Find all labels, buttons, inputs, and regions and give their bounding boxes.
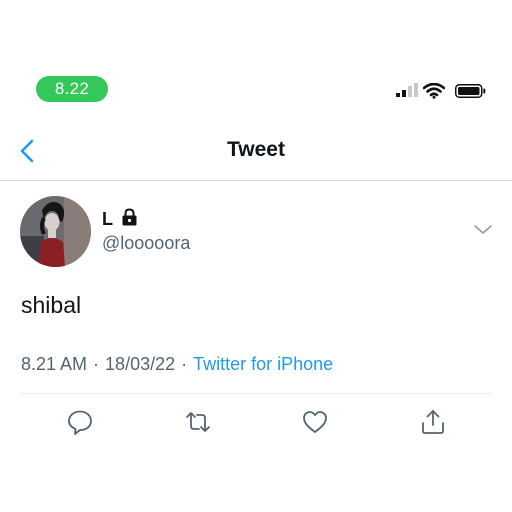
display-name-row[interactable]: L: [102, 207, 138, 231]
tweet-date: 18/03/22: [105, 354, 176, 374]
meta-separator: ·: [93, 354, 100, 374]
tweet-source-link[interactable]: Twitter for iPhone: [193, 354, 333, 374]
speech-bubble-icon: [68, 410, 92, 435]
chevron-down-icon: [474, 225, 492, 234]
retweet-button[interactable]: [184, 408, 212, 436]
tweet-detail-screen: 8.22 Tweet L @looooora shibal 8.21 AM · …: [0, 0, 512, 512]
share-upload-icon: [422, 410, 444, 434]
like-button[interactable]: [301, 408, 329, 436]
avatar-image: [20, 196, 91, 267]
meta-separator: ·: [181, 354, 188, 374]
reply-button[interactable]: [66, 408, 94, 436]
page-title: Tweet: [227, 138, 285, 161]
signal-bars-icon: [396, 83, 418, 97]
wifi-icon: [423, 83, 445, 99]
tweet-text: shibal: [21, 292, 82, 318]
status-time-pill: 8.22: [36, 76, 108, 102]
more-options-button[interactable]: [472, 222, 494, 238]
meta-divider: [21, 393, 491, 394]
share-button[interactable]: [419, 408, 447, 436]
user-handle[interactable]: @looooora: [102, 233, 190, 254]
tweet-meta: 8.21 AM · 18/03/22 · Twitter for iPhone: [21, 354, 333, 375]
lock-icon: [121, 207, 138, 231]
battery-icon: [455, 84, 486, 98]
tweet-time: 8.21 AM: [21, 354, 88, 374]
header-divider: [0, 180, 512, 181]
retweet-arrows-icon: [186, 412, 210, 432]
display-name: L: [102, 208, 113, 229]
heart-icon: [303, 411, 327, 433]
avatar[interactable]: [20, 196, 91, 267]
